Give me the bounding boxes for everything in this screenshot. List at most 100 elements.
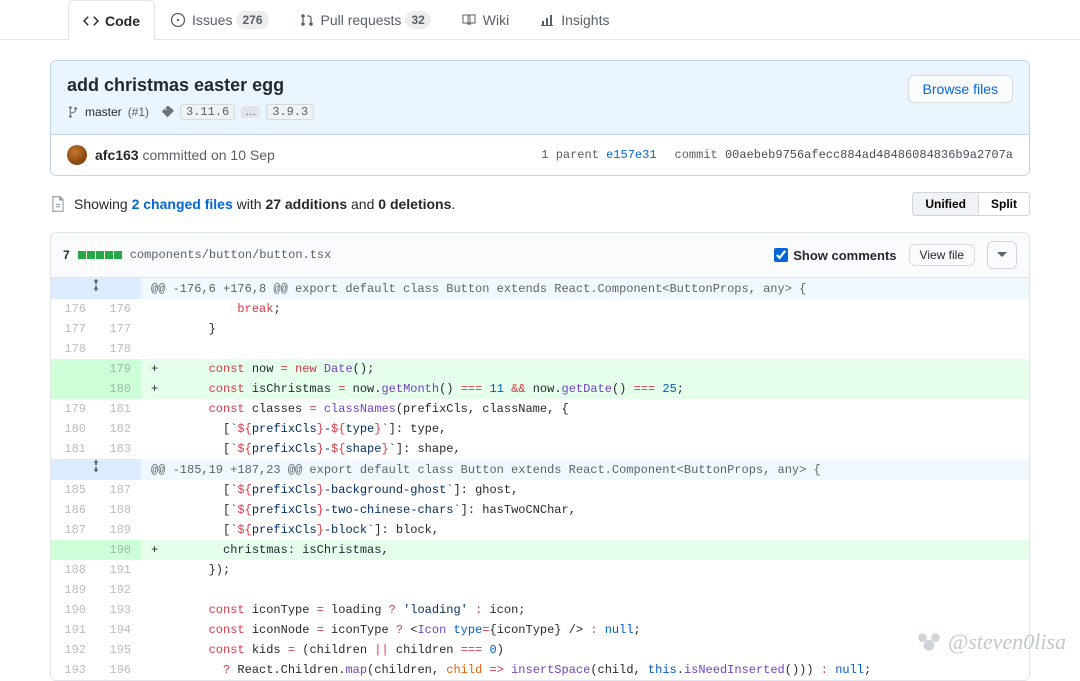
diff-line: 188191 }); <box>51 560 1029 580</box>
hunk-header: @@ -176,6 +176,8 @@ export default class… <box>141 278 1029 299</box>
tab-code[interactable]: Code <box>68 0 155 40</box>
tab-label: Code <box>105 13 140 29</box>
deletions-count: 0 deletions <box>378 196 451 212</box>
line-num-old[interactable]: 191 <box>51 620 96 640</box>
tag-more[interactable]: … <box>241 106 260 118</box>
line-num-new[interactable]: 192 <box>96 580 141 600</box>
diff-line: 190+ christmas: isChristmas, <box>51 540 1029 560</box>
tab-label: Issues <box>192 12 232 28</box>
line-num-old[interactable]: 193 <box>51 660 96 680</box>
tag-pill[interactable]: 3.9.3 <box>266 104 314 120</box>
tab-label: Wiki <box>483 12 509 28</box>
code-cell: + const isChristmas = now.getMonth() ===… <box>141 379 1029 399</box>
line-num-new[interactable]: 187 <box>96 480 141 500</box>
line-num-new[interactable]: 179 <box>96 359 141 379</box>
diff-file: 7 components/button/button.tsx Show comm… <box>50 232 1030 681</box>
diff-line: 190193 const iconType = loading ? 'loadi… <box>51 600 1029 620</box>
commit-sha: 00aebeb9756afecc884ad48486084836b9a2707a <box>725 148 1013 162</box>
code-cell: const classes = classNames(prefixCls, cl… <box>141 399 1029 419</box>
code-cell <box>141 580 1029 600</box>
diffstat-count: 7 <box>63 248 70 262</box>
diff-line: 180182 [`${prefixCls}-${type}`]: type, <box>51 419 1029 439</box>
line-num-old[interactable]: 178 <box>51 339 96 359</box>
line-num-old[interactable]: 181 <box>51 439 96 459</box>
line-num-old[interactable]: 188 <box>51 560 96 580</box>
show-comments-toggle[interactable]: Show comments <box>774 248 896 263</box>
diff-line: 179181 const classes = classNames(prefix… <box>51 399 1029 419</box>
code-cell: [`${prefixCls}-${type}`]: type, <box>141 419 1029 439</box>
line-num-old[interactable]: 185 <box>51 480 96 500</box>
committed-text: committed on 10 Sep <box>142 147 274 163</box>
code-cell: const iconNode = iconType ? <Icon type={… <box>141 620 1029 640</box>
tab-wiki[interactable]: Wiki <box>446 0 524 39</box>
expand-hunk-button[interactable] <box>51 278 141 299</box>
code-cell: ? React.Children.map(children, child => … <box>141 660 1029 680</box>
commit-branches: master (#1) 3.11.6 … 3.9.3 <box>67 104 314 120</box>
pulls-count: 32 <box>405 11 430 29</box>
book-icon <box>461 12 477 28</box>
line-num-new[interactable]: 190 <box>96 540 141 560</box>
author-name[interactable]: afc163 <box>95 147 139 163</box>
line-num-old[interactable]: 189 <box>51 580 96 600</box>
line-num-new[interactable]: 183 <box>96 439 141 459</box>
diff-line: 192195 const kids = (children || childre… <box>51 640 1029 660</box>
parent-sha-link[interactable]: e157e31 <box>606 148 656 162</box>
line-num-new[interactable]: 176 <box>96 299 141 319</box>
line-num-old[interactable]: 180 <box>51 419 96 439</box>
line-num-new[interactable]: 182 <box>96 419 141 439</box>
changed-files-link[interactable]: 2 changed files <box>132 196 233 212</box>
line-num-old[interactable] <box>51 540 96 560</box>
branch-name[interactable]: master <box>85 105 122 119</box>
line-num-new[interactable]: 191 <box>96 560 141 580</box>
line-num-new[interactable]: 194 <box>96 620 141 640</box>
avatar[interactable] <box>67 145 87 165</box>
code-cell: + christmas: isChristmas, <box>141 540 1029 560</box>
split-button[interactable]: Split <box>979 192 1030 216</box>
file-menu-button[interactable] <box>987 241 1017 269</box>
line-num-old[interactable]: 187 <box>51 520 96 540</box>
expand-hunk-button[interactable] <box>51 459 141 480</box>
commit-label: commit <box>675 148 718 162</box>
line-num-new[interactable]: 178 <box>96 339 141 359</box>
line-num-old[interactable]: 176 <box>51 299 96 319</box>
code-cell: const kids = (children || children === 0… <box>141 640 1029 660</box>
issue-icon <box>170 12 186 28</box>
diffbar: Showing 2 changed files with 27 addition… <box>50 192 1030 216</box>
diff-view-toggle: Unified Split <box>912 192 1030 216</box>
diff-line: 191194 const iconNode = iconType ? <Icon… <box>51 620 1029 640</box>
line-num-old[interactable]: 179 <box>51 399 96 419</box>
diff-line: 180+ const isChristmas = now.getMonth() … <box>51 379 1029 399</box>
line-num-old[interactable]: 177 <box>51 319 96 339</box>
line-num-old[interactable]: 186 <box>51 500 96 520</box>
diff-line: 179+ const now = new Date(); <box>51 359 1029 379</box>
tag-icon <box>161 105 174 119</box>
tag-pill[interactable]: 3.11.6 <box>180 104 235 120</box>
diff-line: 186188 [`${prefixCls}-two-chinese-chars`… <box>51 500 1029 520</box>
code-cell: [`${prefixCls}-background-ghost`]: ghost… <box>141 480 1029 500</box>
file-path-link[interactable]: components/button/button.tsx <box>130 248 332 262</box>
line-num-new[interactable]: 177 <box>96 319 141 339</box>
browse-files-button[interactable]: Browse files <box>908 75 1013 103</box>
view-file-button[interactable]: View file <box>909 244 975 266</box>
line-num-new[interactable]: 181 <box>96 399 141 419</box>
line-num-new[interactable]: 195 <box>96 640 141 660</box>
line-num-old[interactable]: 190 <box>51 600 96 620</box>
line-num-old[interactable] <box>51 379 96 399</box>
line-num-old[interactable]: 192 <box>51 640 96 660</box>
line-num-old[interactable] <box>51 359 96 379</box>
show-comments-checkbox[interactable] <box>774 248 788 262</box>
diff-line: 177177 } <box>51 319 1029 339</box>
line-num-new[interactable]: 180 <box>96 379 141 399</box>
line-num-new[interactable]: 189 <box>96 520 141 540</box>
line-num-new[interactable]: 196 <box>96 660 141 680</box>
line-num-new[interactable]: 188 <box>96 500 141 520</box>
tab-pull-requests[interactable]: Pull requests 32 <box>284 0 446 39</box>
code-cell: [`${prefixCls}-block`]: block, <box>141 520 1029 540</box>
unified-button[interactable]: Unified <box>912 192 979 216</box>
branch-suffix: (#1) <box>128 105 149 119</box>
code-cell: [`${prefixCls}-${shape}`]: shape, <box>141 439 1029 459</box>
tab-issues[interactable]: Issues 276 <box>155 0 284 39</box>
tab-insights[interactable]: Insights <box>524 0 624 39</box>
line-num-new[interactable]: 193 <box>96 600 141 620</box>
pr-icon <box>299 12 315 28</box>
